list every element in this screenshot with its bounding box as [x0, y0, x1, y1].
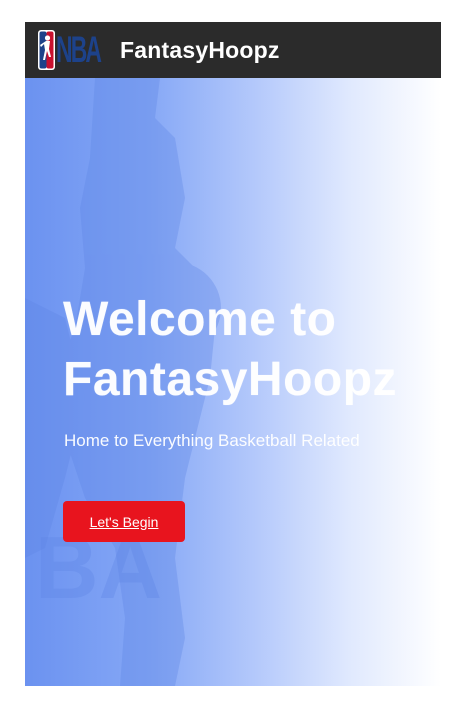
- lets-begin-button[interactable]: Let's Begin: [63, 501, 185, 542]
- nba-logo-icon: [38, 30, 55, 70]
- brand-title[interactable]: FantasyHoopz: [120, 37, 280, 64]
- hero-section: BA Welcome to FantasyHoopz Home to Every…: [25, 78, 441, 686]
- navbar: NBA FantasyHoopz: [25, 22, 441, 78]
- hero-subtitle: Home to Everything Basketball Related: [64, 431, 360, 450]
- hero-title-line2: FantasyHoopz: [63, 353, 398, 406]
- hero-title: Welcome to FantasyHoopz: [63, 290, 397, 410]
- nba-logo-text: NBA: [56, 29, 102, 70]
- nba-logo-link[interactable]: NBA: [38, 28, 108, 72]
- app-frame: NBA FantasyHoopz BA Welcome to FantasyHo…: [25, 22, 441, 686]
- hero-title-line1: Welcome to: [63, 293, 337, 346]
